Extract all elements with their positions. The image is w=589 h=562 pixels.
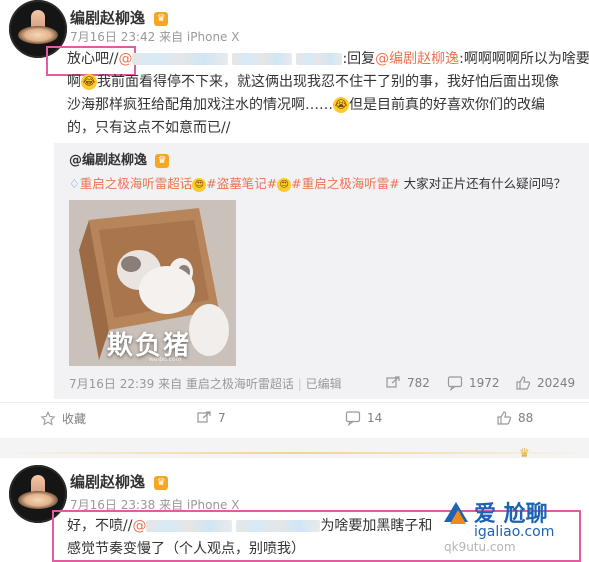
username[interactable]: 编剧赵柳逸: [70, 9, 145, 27]
username[interactable]: 编剧赵柳逸: [70, 473, 145, 491]
text-segment: 我前面看得停不下来，就这俩出现我忍不住干了别的事，我好怕后面出现像: [97, 74, 559, 90]
collect-label: 收藏: [62, 412, 87, 426]
text-segment: 啊: [67, 74, 81, 90]
repost-meta: 7月16日 22:39 来自 重启之极海听雷超话: [69, 377, 294, 391]
topic-link[interactable]: #重启之极海听雷#: [291, 176, 399, 191]
topic-link[interactable]: 重启之极海听雷超话: [80, 176, 193, 191]
like-count: 20249: [537, 376, 576, 390]
text-segment: 放心吧//: [67, 51, 119, 67]
topic-link[interactable]: #盗墓笔记#: [206, 176, 277, 191]
comment-icon: [345, 411, 361, 426]
text-segment: 感觉节奏变慢了（个人观点，别喷我）: [67, 541, 305, 557]
watermark-logo-icon: [440, 498, 472, 528]
supertopic-icon: ♢: [69, 177, 80, 191]
redacted-username: [146, 520, 233, 532]
vip-badge-icon: ♛: [155, 153, 170, 168]
share-icon: [386, 376, 400, 388]
mention-link[interactable]: @编剧赵柳逸: [375, 51, 459, 67]
like-button[interactable]: 88: [496, 410, 533, 426]
mention-link[interactable]: @: [132, 518, 146, 534]
crown-divider-icon: ♛: [519, 446, 530, 460]
comment-icon: [447, 376, 463, 391]
repost-author[interactable]: @编剧赵柳逸: [69, 153, 147, 168]
emoji-icon: 😍: [277, 177, 292, 192]
divider: [0, 402, 589, 403]
post-meta: 7月16日 23:42 来自 iPhone X: [70, 30, 240, 44]
repost-share-button[interactable]: 782: [385, 375, 430, 391]
post-text: 放心吧//@ :回复@编剧赵柳逸:啊啊啊啊所以为啥要加 啊😂我前面看得停不下来，就…: [67, 48, 589, 140]
redacted-username: [132, 53, 229, 65]
share-icon: [197, 411, 211, 423]
site-watermark: 爱 尬聊 igaliao.com qk9utu.com: [440, 498, 589, 561]
vip-badge-icon: ♛: [154, 11, 169, 26]
comment-button[interactable]: 14: [345, 410, 382, 426]
redacted-username: [296, 53, 343, 65]
repost-like-button[interactable]: 20249: [515, 375, 575, 391]
repost-tail-text: 大家对正片还有什么疑问吗？: [399, 176, 567, 191]
collect-button[interactable]: 收藏: [40, 410, 86, 427]
edited-label: 已编辑: [305, 377, 342, 391]
emoji-icon: 😍: [192, 177, 207, 192]
comment-count: 1972: [469, 376, 500, 390]
post-gap: [0, 438, 589, 458]
text-segment: 为啥要加黑瞎子和: [320, 518, 433, 534]
text-segment: 沙海那样疯狂给配角加戏注水的情况啊……: [67, 97, 333, 113]
laugh-emoji-icon: 😂: [81, 74, 97, 90]
thumbs-up-icon: [497, 411, 512, 425]
repost-comment-button[interactable]: 1972: [447, 375, 500, 391]
comment-count: 14: [367, 411, 383, 425]
star-icon: [40, 410, 56, 425]
cry-emoji-icon: 😭: [333, 97, 349, 113]
text-segment: 的，只有这点不如意而已//: [67, 120, 231, 136]
image-watermark: weibo.com: [149, 356, 182, 363]
text-segment: 但是目前真的好喜欢你们的改编: [349, 97, 545, 113]
watermark-domain-secondary: qk9utu.com: [444, 540, 516, 554]
mention-link[interactable]: @: [118, 51, 132, 67]
watermark-domain: igaliao.com: [474, 524, 555, 540]
repost-image[interactable]: 欺负猪 weibo.com: [69, 200, 236, 366]
decorative-divider: [0, 452, 589, 454]
text-segment: 好，不喷//: [67, 518, 133, 534]
vip-badge-icon: ♛: [154, 475, 169, 490]
like-count: 88: [518, 411, 534, 425]
share-count: 7: [218, 411, 226, 425]
thumbs-up-icon: [516, 376, 531, 390]
text-segment: :啊啊啊啊所以为啥要加: [459, 51, 589, 67]
redacted-username: [236, 520, 321, 532]
text-segment: :回复: [342, 51, 376, 67]
avatar-glow: [18, 491, 58, 509]
share-count: 782: [407, 376, 430, 390]
redacted-username: [232, 53, 293, 65]
share-button[interactable]: 7: [196, 410, 226, 426]
avatar-glow: [18, 26, 58, 44]
